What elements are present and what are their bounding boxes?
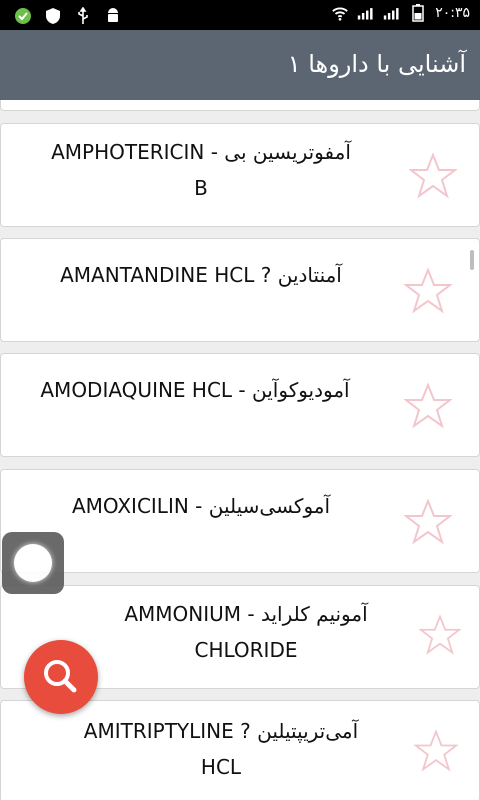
signal-icon (358, 8, 373, 20)
shield-icon (46, 8, 60, 24)
list-item[interactable]: آمودیوکوآین - AMODIAQUINE HCL (0, 353, 480, 457)
wifi-icon (332, 7, 349, 21)
list-item[interactable]: آمنتادین ? AMANTANDINE HCL (0, 238, 480, 342)
scrollbar[interactable] (470, 250, 474, 270)
drug-name-line: آمونیم کلراید - AMMONIUM (124, 602, 368, 626)
star-outline-icon[interactable] (409, 152, 457, 200)
signal-icon (384, 8, 399, 20)
star-outline-icon[interactable] (414, 729, 458, 773)
drug-name: آمفوتریسین بی - AMPHOTERICIN B (21, 134, 381, 206)
drug-name-line: آمودیوکوآین - AMODIAQUINE HCL (40, 378, 350, 402)
drug-name: آمودیوکوآین - AMODIAQUINE HCL (9, 372, 381, 408)
search-icon (44, 660, 77, 693)
check-badge-icon (15, 8, 31, 24)
floating-assistive-button[interactable] (2, 532, 64, 594)
drug-name-line: HCL (200, 755, 242, 779)
battery-icon (412, 4, 424, 22)
list-item[interactable]: آمی‌تریپتیلین ? AMITRIPTYLINE HCL (0, 700, 480, 800)
star-outline-icon[interactable] (404, 267, 452, 315)
drug-name: آمنتادین ? AMANTANDINE HCL (21, 257, 381, 293)
clock: ۲۰:۳۵ (435, 5, 470, 21)
drug-name-line: آمی‌تریپتیلین ? AMITRIPTYLINE (83, 719, 359, 743)
usb-icon (78, 7, 88, 24)
android-icon (108, 8, 118, 22)
drug-name-line: CHLORIDE (194, 638, 298, 662)
status-bar: ۲۰:۳۵ (0, 0, 480, 30)
notification-icons (14, 7, 122, 25)
drug-name: آموکسی‌سیلین - AMOXICILIN (21, 488, 381, 524)
drug-name-line: آموکسی‌سیلین - AMOXICILIN (71, 494, 331, 518)
system-status: ۲۰:۳۵ (331, 4, 470, 22)
list-item[interactable]: آموکسی‌سیلین - AMOXICILIN (0, 469, 480, 573)
star-outline-icon[interactable] (404, 382, 452, 430)
search-fab-button[interactable] (24, 640, 98, 714)
drug-name: آمی‌تریپتیلین ? AMITRIPTYLINE HCL (41, 713, 401, 785)
drug-name-line: B (194, 176, 208, 200)
circle-icon (14, 544, 52, 582)
drug-name-line: آمفوتریسین بی - AMPHOTERICIN (51, 140, 351, 164)
star-outline-icon[interactable] (419, 614, 461, 656)
app-bar: آشنایی با داروها ۱ (0, 30, 480, 100)
list-item[interactable] (0, 100, 480, 111)
app-title: آشنایی با داروها ۱ (287, 50, 466, 78)
list-item[interactable]: آمفوتریسین بی - AMPHOTERICIN B (0, 123, 480, 227)
star-outline-icon[interactable] (404, 498, 452, 546)
drug-name: آمونیم کلراید - AMMONIUM CHLORIDE (91, 596, 401, 668)
drug-name-line: آمنتادین ? AMANTANDINE HCL (60, 263, 342, 287)
